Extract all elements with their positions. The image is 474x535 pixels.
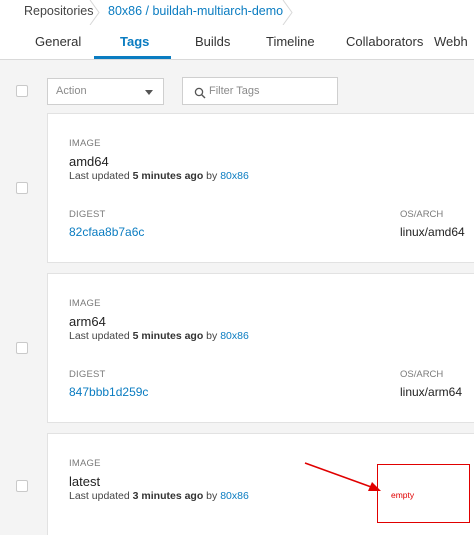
digest-link[interactable]: 847bbb1d259c (69, 385, 148, 399)
tag-card: IMAGE amd64 Last updated 5 minutes ago b… (47, 113, 474, 263)
tab-general[interactable]: General (35, 25, 81, 60)
tag-card: IMAGE arm64 Last updated 5 minutes ago b… (47, 273, 474, 423)
tab-bar: General Tags Builds Timeline Collaborato… (0, 25, 474, 60)
tag-name: amd64 (69, 154, 109, 169)
filter-tags-field[interactable] (182, 77, 338, 105)
filter-tags-input[interactable] (209, 83, 329, 99)
tab-builds[interactable]: Builds (195, 25, 230, 60)
user-link[interactable]: 80x86 (220, 490, 249, 502)
osarch-label: OS/ARCH (400, 369, 444, 380)
last-updated-text: Last updated 3 minutes ago by 80x86 (69, 490, 249, 502)
tag-row-checkbox[interactable] (16, 182, 28, 194)
annotation-box: empty (377, 464, 470, 523)
osarch-label: OS/ARCH (400, 209, 444, 220)
tag-name: arm64 (69, 314, 106, 329)
breadcrumb-separator-icon (88, 0, 102, 25)
caret-down-icon (145, 90, 153, 95)
tab-tags[interactable]: Tags (120, 25, 149, 60)
action-dropdown-label: Action (56, 85, 87, 97)
tab-webhooks[interactable]: Webh (434, 25, 468, 60)
image-label: IMAGE (69, 458, 101, 469)
select-all-checkbox[interactable] (16, 85, 28, 97)
image-label: IMAGE (69, 298, 101, 309)
annotation-text: empty (391, 490, 415, 500)
osarch-value: linux/amd64 (400, 225, 465, 239)
tag-row-checkbox[interactable] (16, 342, 28, 354)
search-icon (194, 86, 206, 99)
user-link[interactable]: 80x86 (220, 330, 249, 342)
tag-row-checkbox[interactable] (16, 480, 28, 492)
breadcrumb-current-repo[interactable]: 80x86 / buildah-multiarch-demo (108, 0, 283, 25)
user-link[interactable]: 80x86 (220, 170, 249, 182)
digest-label: DIGEST (69, 369, 106, 380)
breadcrumb-repositories[interactable]: Repositories (24, 0, 93, 25)
osarch-value: linux/arm64 (400, 385, 463, 399)
image-label: IMAGE (69, 138, 101, 149)
last-updated-text: Last updated 5 minutes ago by 80x86 (69, 170, 249, 182)
breadcrumb: Repositories 80x86 / buildah-multiarch-d… (0, 0, 474, 25)
tab-timeline[interactable]: Timeline (266, 25, 315, 60)
digest-label: DIGEST (69, 209, 106, 220)
active-tab-indicator (94, 56, 171, 59)
breadcrumb-separator-icon (281, 0, 295, 25)
tab-collaborators[interactable]: Collaborators (346, 25, 423, 60)
action-dropdown[interactable]: Action (47, 78, 164, 105)
tag-name: latest (69, 474, 101, 489)
digest-link[interactable]: 82cfaa8b7a6c (69, 225, 144, 239)
last-updated-text: Last updated 5 minutes ago by 80x86 (69, 330, 249, 342)
